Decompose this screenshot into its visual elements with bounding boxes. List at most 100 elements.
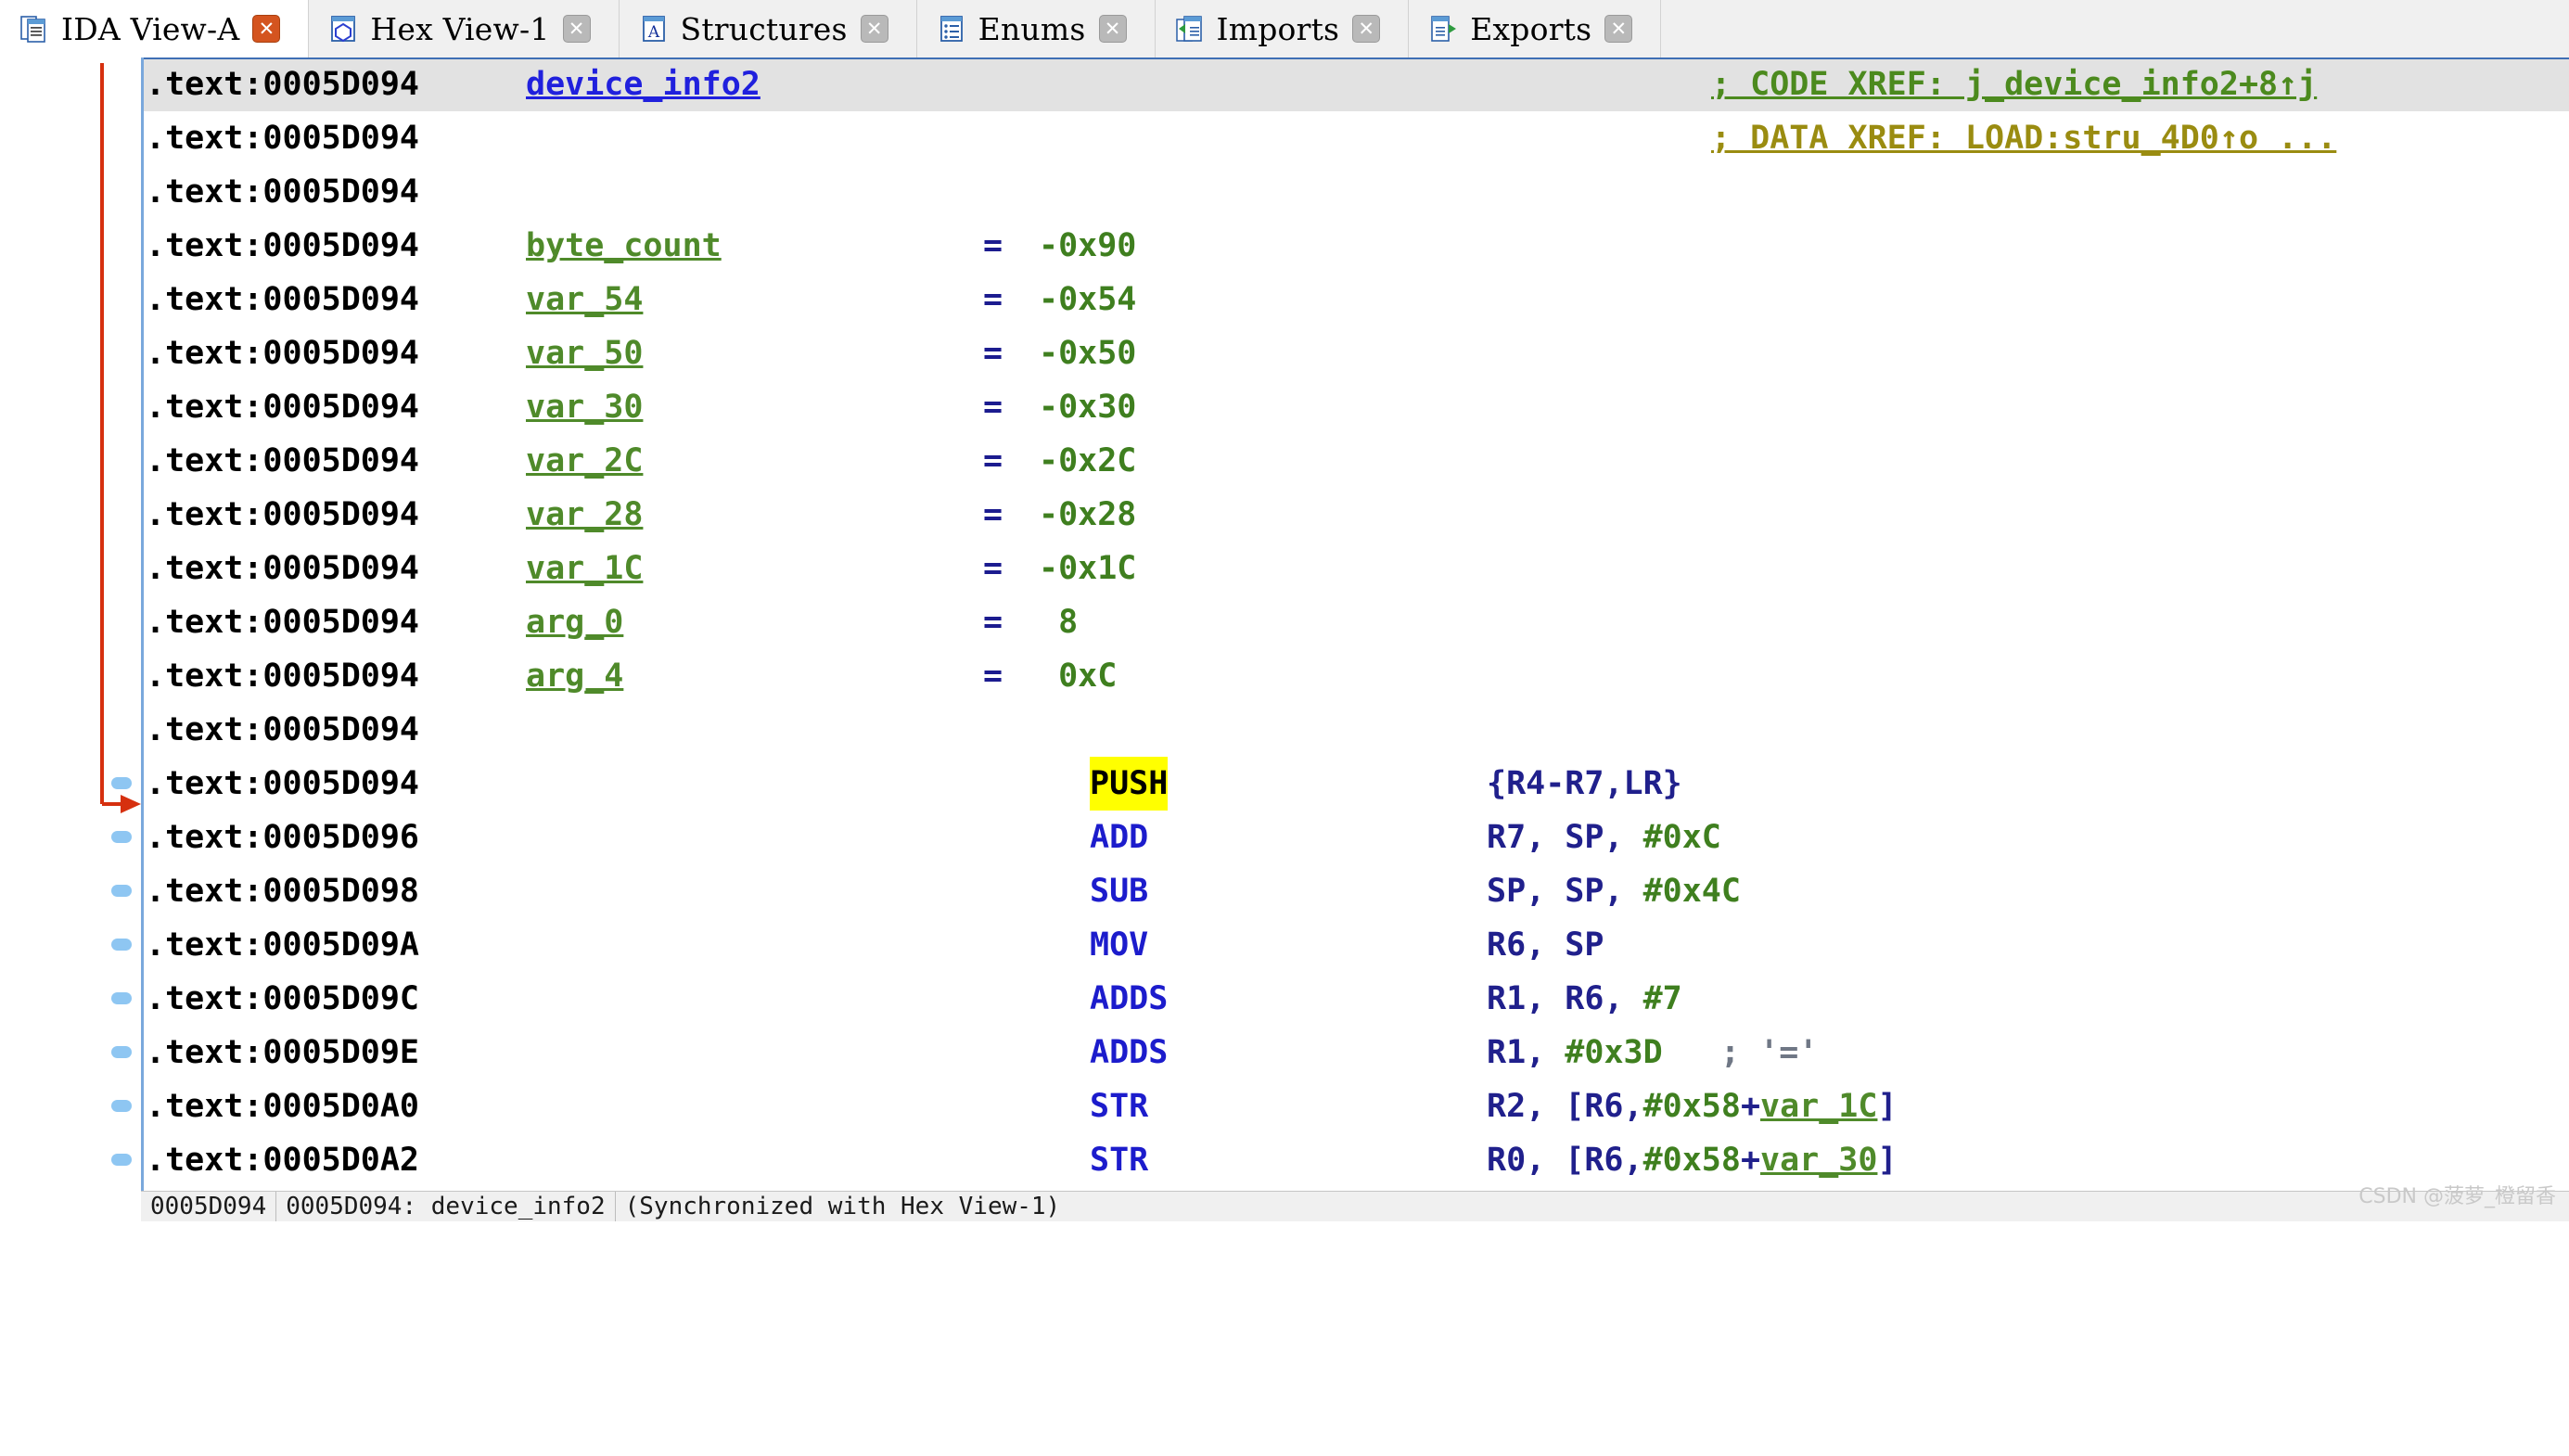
breakpoint-dot-icon[interactable] — [111, 885, 132, 897]
disasm-line[interactable]: .text:0005D094 PUSH {R4-R7,LR} — [144, 757, 2569, 811]
tab-label: Imports — [1217, 11, 1340, 47]
instruction-mnemonic[interactable]: STR — [1090, 1133, 1148, 1187]
tab-exports[interactable]: Exports ✕ — [1409, 0, 1661, 57]
stack-var-offset: -0x2C — [1039, 434, 1136, 488]
disasm-line[interactable]: .text:0005D096 ADD R7, SP, #0xC — [144, 811, 2569, 864]
instruction-mnemonic[interactable]: ADDS — [1090, 972, 1168, 1026]
status-address-symbol: 0005D094: device_info2 — [276, 1192, 615, 1222]
line-address: .text:0005D094 — [146, 165, 419, 219]
disassembly-lines[interactable]: .text:0005D094 device_info2 ; CODE XREF:… — [144, 57, 2569, 1191]
disasm-line[interactable]: .text:0005D094 var_50 = -0x50 — [144, 326, 2569, 380]
equals-sign: = — [983, 380, 1003, 434]
disasm-line[interactable]: .text:0005D0A2 STR R0, [R6,#0x58+var_30] — [144, 1133, 2569, 1187]
struct-letter-a-icon: A — [640, 14, 668, 44]
disasm-line[interactable]: .text:0005D09C ADDS R1, R6, #7 — [144, 972, 2569, 1026]
disasm-line[interactable]: .text:0005D09E ADDS R1, #0x3D ; '=' — [144, 1026, 2569, 1079]
close-icon[interactable]: ✕ — [252, 15, 280, 43]
tab-structures[interactable]: A Structures ✕ — [620, 0, 917, 57]
disasm-line[interactable]: .text:0005D098 SUB SP, SP, #0x4C — [144, 864, 2569, 918]
disasm-line[interactable]: .text:0005D094 var_1C = -0x1C — [144, 542, 2569, 595]
document-pages-icon — [20, 14, 48, 44]
stack-var-offset: -0x28 — [1039, 488, 1136, 542]
tab-enums[interactable]: Enums ✕ — [917, 0, 1156, 57]
disasm-line[interactable]: .text:0005D094 var_54 = -0x54 — [144, 273, 2569, 326]
tab-imports[interactable]: Imports ✕ — [1156, 0, 1410, 57]
stack-arg-offset: 8 — [1039, 595, 1078, 649]
stack-var-name[interactable]: var_54 — [526, 273, 643, 326]
disasm-line[interactable]: .text:0005D094 — [144, 165, 2569, 219]
disasm-line[interactable]: .text:0005D094 ; DATA XREF: LOAD:stru_4D… — [144, 111, 2569, 165]
stack-var-offset: -0x50 — [1039, 326, 1136, 380]
disasm-line[interactable]: .text:0005D094 var_30 = -0x30 — [144, 380, 2569, 434]
breakpoint-dot-icon[interactable] — [111, 1154, 132, 1166]
stack-var-name[interactable]: var_28 — [526, 488, 643, 542]
line-address: .text:0005D09E — [146, 1026, 419, 1079]
hex-cube-icon — [329, 14, 357, 44]
equals-sign: = — [983, 542, 1003, 595]
disasm-line[interactable]: .text:0005D094 arg_0 = 8 — [144, 595, 2569, 649]
close-icon[interactable]: ✕ — [563, 15, 591, 43]
instruction-mnemonic[interactable]: ADD — [1090, 811, 1148, 864]
instruction-operands[interactable]: R1, R6, #7 — [1487, 972, 1682, 1026]
disasm-line[interactable]: .text:0005D094 var_28 = -0x28 — [144, 488, 2569, 542]
instruction-operands[interactable]: SP, SP, #0x4C — [1487, 864, 1741, 918]
stack-var-name[interactable]: byte_count — [526, 219, 722, 273]
stack-var-name[interactable]: var_50 — [526, 326, 643, 380]
disasm-line[interactable]: .text:0005D0A0 STR R2, [R6,#0x58+var_1C] — [144, 1079, 2569, 1133]
stack-arg-name[interactable]: arg_4 — [526, 649, 623, 703]
disasm-line[interactable]: .text:0005D094 device_info2 ; CODE XREF:… — [144, 57, 2569, 111]
breakpoint-dot-icon[interactable] — [111, 1046, 132, 1058]
line-address: .text:0005D094 — [146, 273, 419, 326]
breakpoint-dot-icon[interactable] — [111, 939, 132, 951]
tab-ida-view-a[interactable]: IDA View-A ✕ — [0, 0, 309, 57]
instruction-operands[interactable]: R6, SP — [1487, 918, 1604, 972]
jump-arrow-icon — [0, 57, 141, 1191]
tab-hex-view-1[interactable]: Hex View-1 ✕ — [309, 0, 619, 57]
instruction-operands[interactable]: R0, [R6,#0x58+var_30] — [1487, 1133, 1898, 1187]
stack-arg-name[interactable]: arg_0 — [526, 595, 623, 649]
breakpoint-dot-icon[interactable] — [111, 1100, 132, 1112]
close-icon[interactable]: ✕ — [861, 15, 888, 43]
stack-var-name[interactable]: var_1C — [526, 542, 643, 595]
instruction-operands[interactable]: R7, SP, #0xC — [1487, 811, 1721, 864]
line-address: .text:0005D0A0 — [146, 1079, 419, 1133]
stack-var-name[interactable]: var_2C — [526, 434, 643, 488]
line-address: .text:0005D094 — [146, 757, 419, 811]
close-icon[interactable]: ✕ — [1604, 15, 1632, 43]
equals-sign: = — [983, 488, 1003, 542]
disasm-line[interactable]: .text:0005D094 var_2C = -0x2C — [144, 434, 2569, 488]
line-address: .text:0005D09A — [146, 918, 419, 972]
instruction-mnemonic[interactable]: ADDS — [1090, 1026, 1168, 1079]
instruction-mnemonic[interactable]: STR — [1090, 1079, 1148, 1133]
status-bar: 0005D094 0005D094: device_info2 (Synchro… — [141, 1191, 2569, 1221]
disassembly-view[interactable]: .text:0005D094 device_info2 ; CODE XREF:… — [0, 57, 2569, 1191]
breakpoint-dot-icon[interactable] — [111, 831, 132, 843]
instruction-mnemonic[interactable]: SUB — [1090, 864, 1148, 918]
instruction-operands[interactable]: {R4-R7,LR} — [1487, 757, 1682, 811]
watermark: CSDN @菠萝_橙留香 — [2358, 1180, 2556, 1209]
imports-arrow-icon — [1176, 14, 1204, 44]
disasm-line[interactable]: .text:0005D094 byte_count = -0x90 — [144, 219, 2569, 273]
tab-label: Hex View-1 — [370, 11, 549, 47]
close-icon[interactable]: ✕ — [1099, 15, 1127, 43]
breakpoint-dot-icon[interactable] — [111, 992, 132, 1004]
line-address: .text:0005D0A2 — [146, 1133, 419, 1187]
function-name[interactable]: device_info2 — [526, 57, 760, 111]
instruction-operands[interactable]: R1, #0x3D — [1487, 1026, 1663, 1079]
disasm-line[interactable]: .text:0005D094 — [144, 703, 2569, 757]
exports-arrow-icon — [1429, 14, 1457, 44]
instruction-operands[interactable]: R2, [R6,#0x58+var_1C] — [1487, 1079, 1898, 1133]
status-gutter-filler — [0, 1191, 141, 1221]
line-address: .text:0005D094 — [146, 434, 419, 488]
data-xref-comment[interactable]: ; DATA XREF: LOAD:stru_4D0↑o ... — [1711, 111, 2336, 165]
stack-var-name[interactable]: var_30 — [526, 380, 643, 434]
instruction-mnemonic[interactable]: MOV — [1090, 918, 1148, 972]
code-xref-comment[interactable]: ; CODE XREF: j_device_info2+8↑j — [1711, 57, 2317, 111]
char-comment[interactable]: ; '=' — [1720, 1026, 1818, 1079]
instruction-mnemonic[interactable]: PUSH — [1090, 757, 1168, 811]
close-icon[interactable]: ✕ — [1352, 15, 1380, 43]
stack-var-offset: -0x1C — [1039, 542, 1136, 595]
breakpoint-dot-icon[interactable] — [111, 777, 132, 789]
disasm-line[interactable]: .text:0005D094 arg_4 = 0xC — [144, 649, 2569, 703]
disasm-line[interactable]: .text:0005D09A MOV R6, SP — [144, 918, 2569, 972]
